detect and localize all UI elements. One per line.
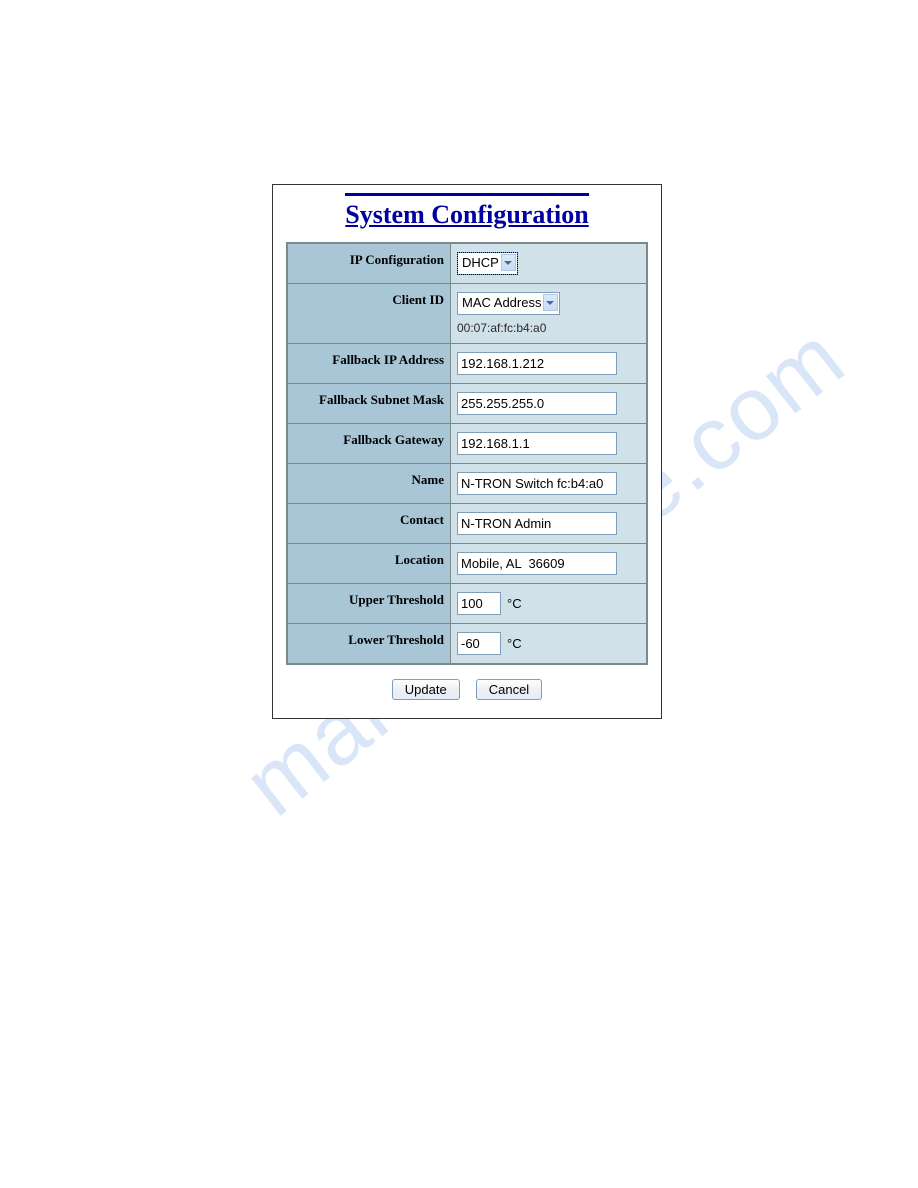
contact-input[interactable] [457,512,617,535]
button-row: Update Cancel [273,679,661,700]
field-fallback-mask [451,384,648,424]
ip-config-select[interactable]: DHCP [457,252,518,275]
row-upper: Upper Threshold °C [287,584,647,624]
field-upper: °C [451,584,648,624]
client-id-select[interactable]: MAC Address [457,292,560,315]
config-table: IP Configuration DHCP Client ID MAC Addr… [286,242,648,665]
field-lower: °C [451,624,648,665]
fallback-gw-input[interactable] [457,432,617,455]
label-fallback-mask: Fallback Subnet Mask [287,384,451,424]
row-fallback-gw: Fallback Gateway [287,424,647,464]
row-contact: Contact [287,504,647,544]
label-fallback-ip: Fallback IP Address [287,344,451,384]
label-fallback-gw: Fallback Gateway [287,424,451,464]
title-wrap: System Configuration [273,185,661,242]
row-fallback-mask: Fallback Subnet Mask [287,384,647,424]
fallback-ip-input[interactable] [457,352,617,375]
row-name: Name [287,464,647,504]
row-client-id: Client ID MAC Address 00:07:af:fc:b4:a0 [287,284,647,344]
fallback-mask-input[interactable] [457,392,617,415]
location-input[interactable] [457,552,617,575]
config-panel: System Configuration IP Configuration DH… [272,184,662,719]
label-ip-config: IP Configuration [287,243,451,284]
field-contact [451,504,648,544]
field-fallback-gw [451,424,648,464]
label-contact: Contact [287,504,451,544]
field-location [451,544,648,584]
label-lower: Lower Threshold [287,624,451,665]
row-ip-config: IP Configuration DHCP [287,243,647,284]
label-name: Name [287,464,451,504]
lower-input[interactable] [457,632,501,655]
cancel-button[interactable]: Cancel [476,679,542,700]
lower-unit: °C [507,636,522,651]
page-title-link[interactable]: System Configuration [345,193,588,230]
upper-unit: °C [507,596,522,611]
row-fallback-ip: Fallback IP Address [287,344,647,384]
label-upper: Upper Threshold [287,584,451,624]
field-client-id: MAC Address 00:07:af:fc:b4:a0 [451,284,648,344]
label-location: Location [287,544,451,584]
label-client-id: Client ID [287,284,451,344]
field-ip-config: DHCP [451,243,648,284]
client-id-mac: 00:07:af:fc:b4:a0 [457,321,640,335]
name-input[interactable] [457,472,617,495]
upper-input[interactable] [457,592,501,615]
update-button[interactable]: Update [392,679,460,700]
row-lower: Lower Threshold °C [287,624,647,665]
field-name [451,464,648,504]
field-fallback-ip [451,344,648,384]
row-location: Location [287,544,647,584]
